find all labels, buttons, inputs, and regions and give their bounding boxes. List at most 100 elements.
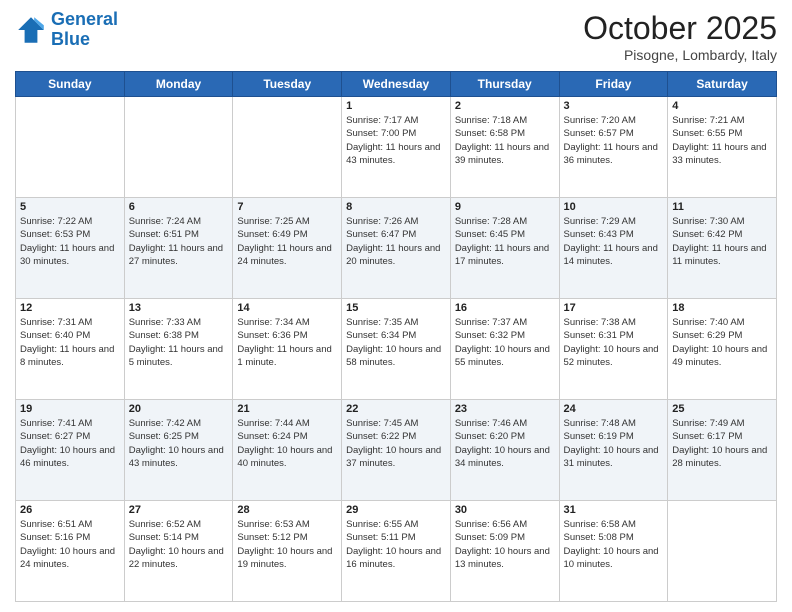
- day-info: Sunrise: 7:29 AM Sunset: 6:43 PM Dayligh…: [564, 215, 664, 268]
- col-header-saturday: Saturday: [668, 72, 777, 97]
- calendar-cell: 20 Sunrise: 7:42 AM Sunset: 6:25 PM Dayli…: [124, 400, 233, 501]
- day-number: 30: [455, 504, 555, 516]
- header: General Blue October 2025 Pisogne, Lomba…: [15, 10, 777, 63]
- calendar-header-row: SundayMondayTuesdayWednesdayThursdayFrid…: [16, 72, 777, 97]
- calendar-cell: 26 Sunrise: 6:51 AM Sunset: 5:16 PM Dayli…: [16, 501, 125, 602]
- day-info: Sunrise: 7:31 AM Sunset: 6:40 PM Dayligh…: [20, 316, 120, 369]
- day-number: 2: [455, 100, 555, 112]
- day-info: Sunrise: 7:44 AM Sunset: 6:24 PM Dayligh…: [237, 417, 337, 470]
- day-info: Sunrise: 6:51 AM Sunset: 5:16 PM Dayligh…: [20, 518, 120, 571]
- day-number: 21: [237, 403, 337, 415]
- day-info: Sunrise: 7:37 AM Sunset: 6:32 PM Dayligh…: [455, 316, 555, 369]
- day-info: Sunrise: 7:25 AM Sunset: 6:49 PM Dayligh…: [237, 215, 337, 268]
- calendar-week-row: 19 Sunrise: 7:41 AM Sunset: 6:27 PM Dayli…: [16, 400, 777, 501]
- calendar-cell: 31 Sunrise: 6:58 AM Sunset: 5:08 PM Dayli…: [559, 501, 668, 602]
- day-number: 19: [20, 403, 120, 415]
- day-number: 26: [20, 504, 120, 516]
- col-header-tuesday: Tuesday: [233, 72, 342, 97]
- day-info: Sunrise: 6:56 AM Sunset: 5:09 PM Dayligh…: [455, 518, 555, 571]
- day-info: Sunrise: 7:30 AM Sunset: 6:42 PM Dayligh…: [672, 215, 772, 268]
- col-header-sunday: Sunday: [16, 72, 125, 97]
- logo-icon: [15, 14, 47, 46]
- calendar-cell: [124, 97, 233, 198]
- day-info: Sunrise: 7:17 AM Sunset: 7:00 PM Dayligh…: [346, 114, 446, 167]
- calendar-cell: 9 Sunrise: 7:28 AM Sunset: 6:45 PM Daylig…: [450, 198, 559, 299]
- calendar-cell: 6Sunrise: 7:24 AM Sunset: 6:51 PM Daylig…: [124, 198, 233, 299]
- day-number: 24: [564, 403, 664, 415]
- day-info: Sunrise: 7:21 AM Sunset: 6:55 PM Dayligh…: [672, 114, 772, 167]
- calendar-cell: 21 Sunrise: 7:44 AM Sunset: 6:24 PM Dayli…: [233, 400, 342, 501]
- calendar-cell: [16, 97, 125, 198]
- calendar-cell: 27Sunrise: 6:52 AM Sunset: 5:14 PM Dayli…: [124, 501, 233, 602]
- day-info: Sunrise: 6:53 AM Sunset: 5:12 PM Dayligh…: [237, 518, 337, 571]
- logo: General Blue: [15, 10, 118, 50]
- day-number: 10: [564, 201, 664, 213]
- calendar-cell: 14 Sunrise: 7:34 AM Sunset: 6:36 PM Dayli…: [233, 299, 342, 400]
- calendar-cell: 17Sunrise: 7:38 AM Sunset: 6:31 PM Dayli…: [559, 299, 668, 400]
- day-number: 28: [237, 504, 337, 516]
- day-number: 29: [346, 504, 446, 516]
- calendar-cell: 5 Sunrise: 7:22 AM Sunset: 6:53 PM Daylig…: [16, 198, 125, 299]
- day-number: 8: [346, 201, 446, 213]
- calendar-cell: 12 Sunrise: 7:31 AM Sunset: 6:40 PM Dayli…: [16, 299, 125, 400]
- calendar-cell: 24Sunrise: 7:48 AM Sunset: 6:19 PM Dayli…: [559, 400, 668, 501]
- calendar-cell: 18 Sunrise: 7:40 AM Sunset: 6:29 PM Dayli…: [668, 299, 777, 400]
- calendar-week-row: 12 Sunrise: 7:31 AM Sunset: 6:40 PM Dayli…: [16, 299, 777, 400]
- title-block: October 2025 Pisogne, Lombardy, Italy: [583, 10, 777, 63]
- day-number: 7: [237, 201, 337, 213]
- day-number: 17: [564, 302, 664, 314]
- day-info: Sunrise: 7:41 AM Sunset: 6:27 PM Dayligh…: [20, 417, 120, 470]
- calendar-cell: 2 Sunrise: 7:18 AM Sunset: 6:58 PM Daylig…: [450, 97, 559, 198]
- calendar-cell: 1 Sunrise: 7:17 AM Sunset: 7:00 PM Daylig…: [342, 97, 451, 198]
- day-number: 11: [672, 201, 772, 213]
- day-info: Sunrise: 7:20 AM Sunset: 6:57 PM Dayligh…: [564, 114, 664, 167]
- location-subtitle: Pisogne, Lombardy, Italy: [583, 47, 777, 63]
- calendar-cell: 4 Sunrise: 7:21 AM Sunset: 6:55 PM Daylig…: [668, 97, 777, 198]
- calendar-cell: 30 Sunrise: 6:56 AM Sunset: 5:09 PM Dayli…: [450, 501, 559, 602]
- day-info: Sunrise: 7:42 AM Sunset: 6:25 PM Dayligh…: [129, 417, 229, 470]
- calendar-cell: 13 Sunrise: 7:33 AM Sunset: 6:38 PM Dayli…: [124, 299, 233, 400]
- day-number: 18: [672, 302, 772, 314]
- day-info: Sunrise: 7:33 AM Sunset: 6:38 PM Dayligh…: [129, 316, 229, 369]
- day-number: 23: [455, 403, 555, 415]
- day-info: Sunrise: 6:58 AM Sunset: 5:08 PM Dayligh…: [564, 518, 664, 571]
- day-number: 16: [455, 302, 555, 314]
- day-number: 31: [564, 504, 664, 516]
- calendar-cell: 19 Sunrise: 7:41 AM Sunset: 6:27 PM Dayli…: [16, 400, 125, 501]
- calendar-week-row: 5 Sunrise: 7:22 AM Sunset: 6:53 PM Daylig…: [16, 198, 777, 299]
- calendar-cell: 8 Sunrise: 7:26 AM Sunset: 6:47 PM Daylig…: [342, 198, 451, 299]
- col-header-thursday: Thursday: [450, 72, 559, 97]
- day-number: 12: [20, 302, 120, 314]
- calendar-cell: 15 Sunrise: 7:35 AM Sunset: 6:34 PM Dayli…: [342, 299, 451, 400]
- calendar-cell: 3 Sunrise: 7:20 AM Sunset: 6:57 PM Daylig…: [559, 97, 668, 198]
- col-header-wednesday: Wednesday: [342, 72, 451, 97]
- day-info: Sunrise: 7:26 AM Sunset: 6:47 PM Dayligh…: [346, 215, 446, 268]
- day-number: 14: [237, 302, 337, 314]
- day-number: 22: [346, 403, 446, 415]
- day-info: Sunrise: 7:34 AM Sunset: 6:36 PM Dayligh…: [237, 316, 337, 369]
- day-info: Sunrise: 7:40 AM Sunset: 6:29 PM Dayligh…: [672, 316, 772, 369]
- day-number: 15: [346, 302, 446, 314]
- day-info: Sunrise: 6:52 AM Sunset: 5:14 PM Dayligh…: [129, 518, 229, 571]
- day-number: 13: [129, 302, 229, 314]
- day-number: 4: [672, 100, 772, 112]
- day-number: 1: [346, 100, 446, 112]
- calendar-week-row: 1 Sunrise: 7:17 AM Sunset: 7:00 PM Daylig…: [16, 97, 777, 198]
- day-info: Sunrise: 7:49 AM Sunset: 6:17 PM Dayligh…: [672, 417, 772, 470]
- calendar-cell: 16 Sunrise: 7:37 AM Sunset: 6:32 PM Dayli…: [450, 299, 559, 400]
- day-info: Sunrise: 7:22 AM Sunset: 6:53 PM Dayligh…: [20, 215, 120, 268]
- col-header-friday: Friday: [559, 72, 668, 97]
- day-info: Sunrise: 7:35 AM Sunset: 6:34 PM Dayligh…: [346, 316, 446, 369]
- calendar-cell: 28 Sunrise: 6:53 AM Sunset: 5:12 PM Dayli…: [233, 501, 342, 602]
- calendar-table: SundayMondayTuesdayWednesdayThursdayFrid…: [15, 71, 777, 602]
- month-title: October 2025: [583, 10, 777, 47]
- day-info: Sunrise: 7:46 AM Sunset: 6:20 PM Dayligh…: [455, 417, 555, 470]
- day-number: 20: [129, 403, 229, 415]
- logo-text: General Blue: [51, 10, 118, 50]
- col-header-monday: Monday: [124, 72, 233, 97]
- day-number: 3: [564, 100, 664, 112]
- day-info: Sunrise: 7:18 AM Sunset: 6:58 PM Dayligh…: [455, 114, 555, 167]
- day-number: 5: [20, 201, 120, 213]
- day-number: 9: [455, 201, 555, 213]
- day-info: Sunrise: 7:28 AM Sunset: 6:45 PM Dayligh…: [455, 215, 555, 268]
